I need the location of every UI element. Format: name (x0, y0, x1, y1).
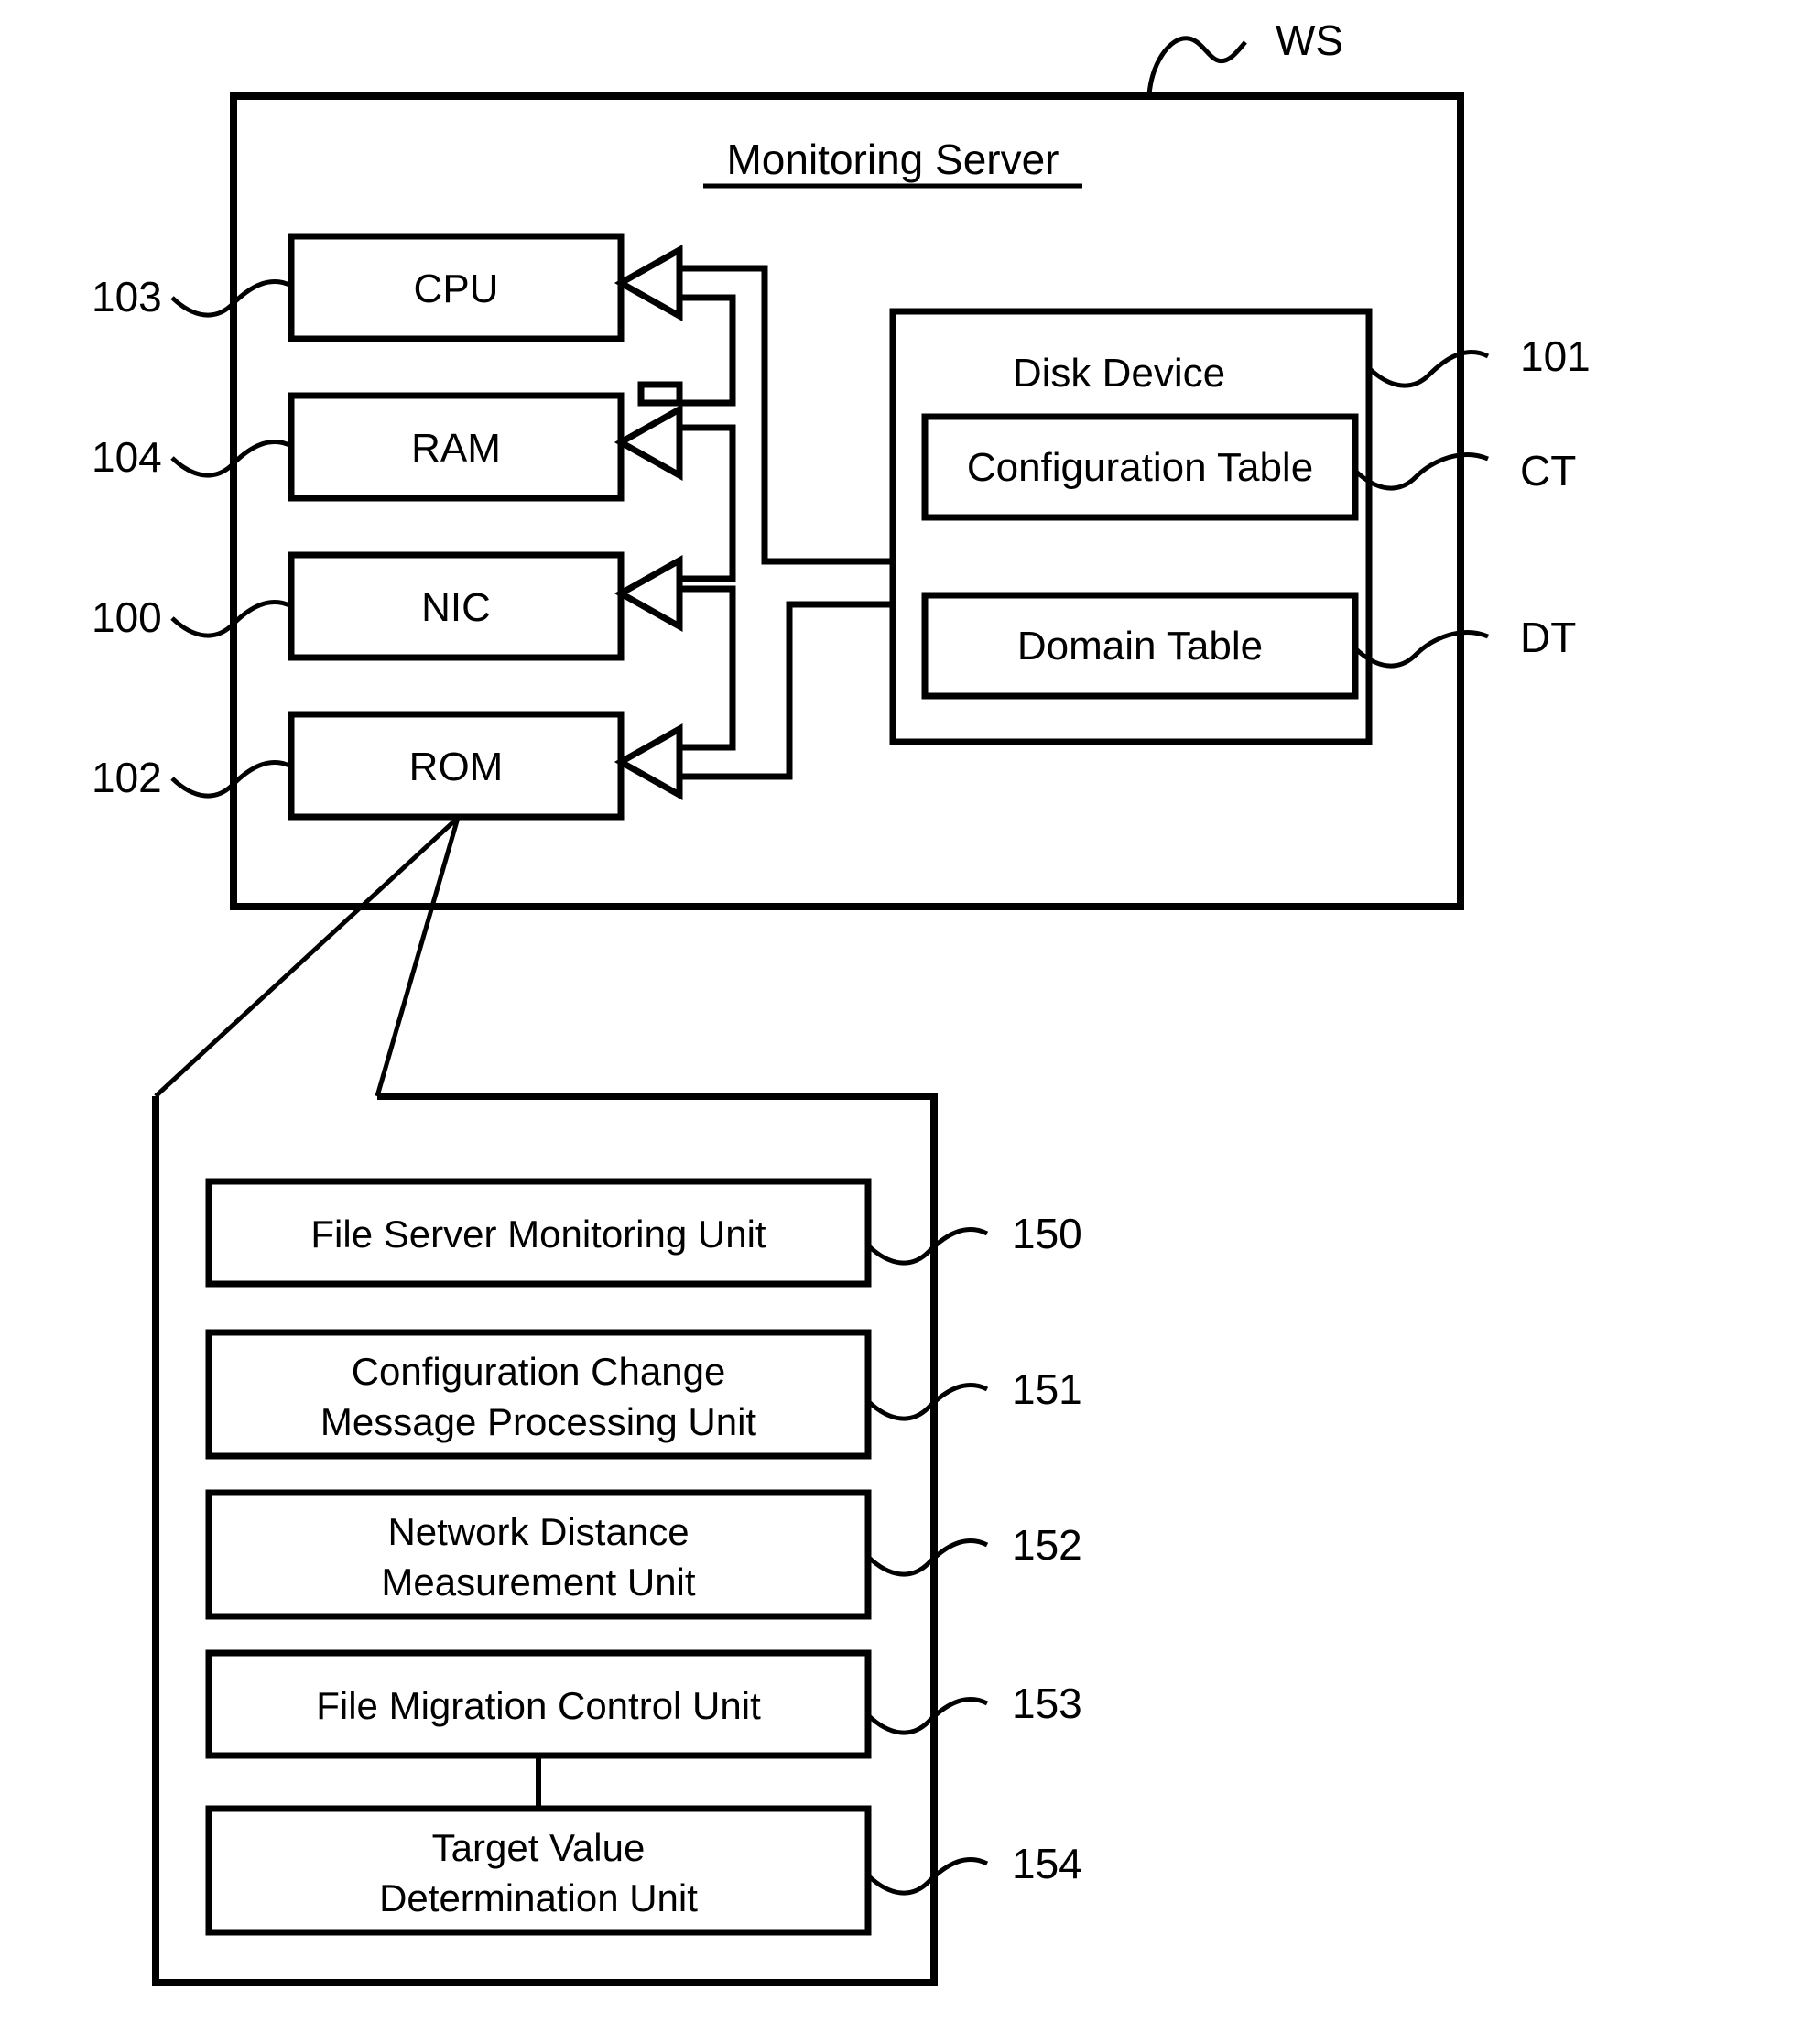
ref-label-ws: WS (1276, 16, 1343, 64)
bus-arrow-ram-feed (637, 381, 683, 407)
ram-label: RAM (411, 426, 501, 471)
bus-arrow-cpu-upper (614, 245, 683, 321)
rom-label: ROM (409, 745, 504, 789)
monitoring-server-title: Monitoring Server (726, 136, 1059, 183)
ref-label-ct: CT (1520, 447, 1576, 495)
leader-101 (1367, 350, 1490, 388)
ws-leader-line (1146, 36, 1247, 95)
expansion-line-left (154, 816, 460, 1098)
ref-label-103: 103 (92, 273, 162, 321)
bus-arrow-ram (614, 404, 683, 481)
ref-label-152: 152 (1012, 1521, 1082, 1569)
leader-152 (866, 1538, 989, 1577)
disk-device-label: Disk Device (1013, 351, 1225, 396)
bus-arrow-rom (614, 723, 683, 800)
bus-arrow-nic (614, 555, 683, 632)
unit-label-154-line2: Determination Unit (379, 1876, 698, 1919)
domain-table-label: Domain Table (1017, 624, 1263, 669)
bus-branch-ram-nic (679, 424, 736, 582)
ref-label-154: 154 (1012, 1840, 1082, 1887)
bus-branch-cpu-ram (679, 294, 736, 407)
unit-label-153: File Migration Control Unit (316, 1684, 761, 1727)
ref-label-102: 102 (92, 754, 162, 801)
expansion-line-right (375, 817, 461, 1097)
cpu-label: CPU (414, 266, 499, 311)
patent-diagram: Monitoring Server WS CPU RAM NIC ROM 103… (92, 16, 1591, 1986)
leader-150 (866, 1227, 989, 1266)
ref-label-150: 150 (1012, 1210, 1082, 1257)
ref-label-dt: DT (1520, 614, 1576, 661)
ref-label-104: 104 (92, 433, 162, 481)
leader-154 (866, 1857, 989, 1896)
leader-151 (866, 1383, 989, 1421)
unit-label-152-line1: Network Distance (387, 1510, 689, 1553)
ref-label-151: 151 (1012, 1365, 1082, 1413)
unit-label-151-line1: Configuration Change (352, 1350, 726, 1393)
leader-153 (866, 1697, 989, 1735)
unit-label-150: File Server Monitoring Unit (310, 1212, 766, 1256)
bus-branch-nic-rom (679, 585, 736, 751)
leader-dt (1353, 630, 1489, 669)
nic-label: NIC (421, 585, 491, 630)
unit-label-154-line1: Target Value (432, 1826, 646, 1869)
configuration-table-label: Configuration Table (967, 445, 1313, 490)
ref-label-101: 101 (1520, 332, 1591, 380)
unit-label-151-line2: Message Processing Unit (320, 1400, 757, 1443)
leader-ct (1353, 452, 1489, 491)
ref-label-100: 100 (92, 593, 162, 641)
unit-label-152-line2: Measurement Unit (381, 1560, 695, 1604)
ref-label-153: 153 (1012, 1680, 1082, 1727)
figure-canvas: Monitoring Server WS CPU RAM NIC ROM 103… (0, 0, 1814, 2044)
